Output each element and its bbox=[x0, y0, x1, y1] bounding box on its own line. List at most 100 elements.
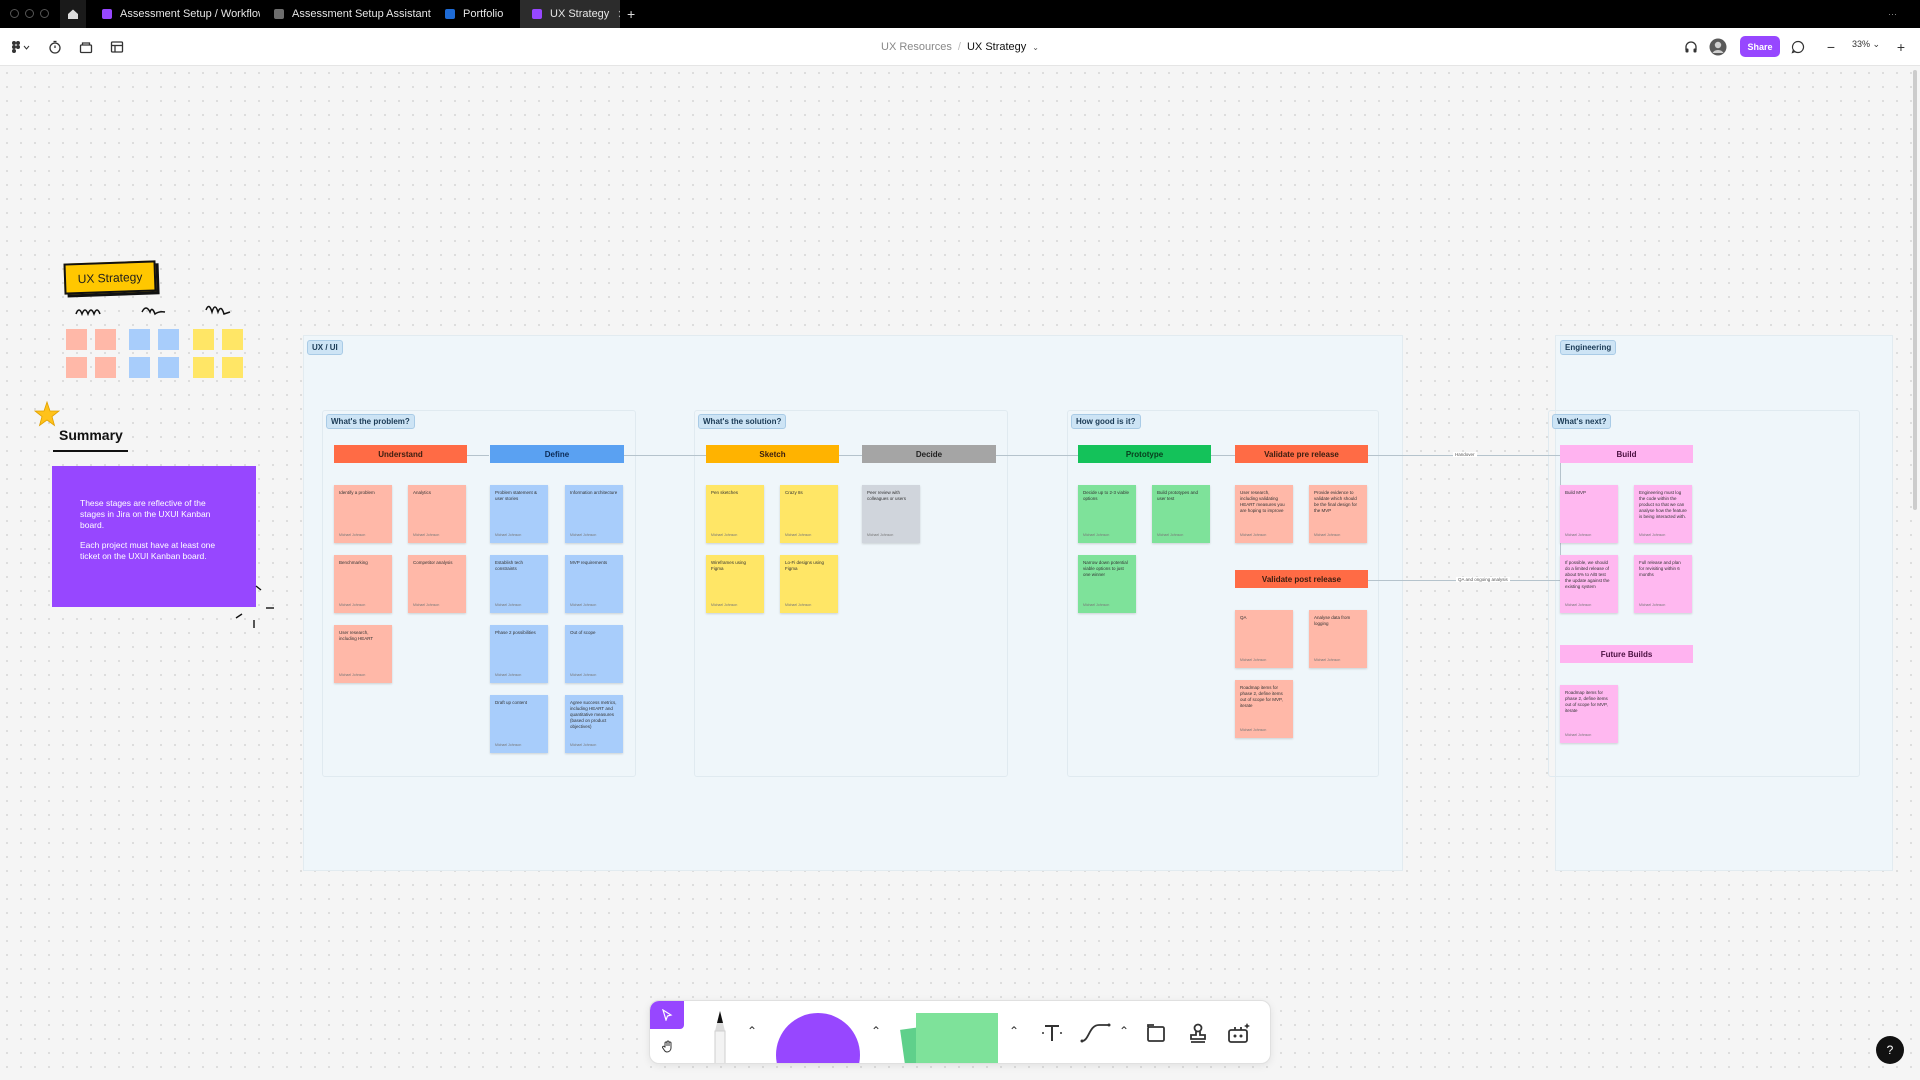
stamp-icon[interactable] bbox=[1184, 1019, 1212, 1047]
timer-icon[interactable] bbox=[46, 38, 64, 56]
header-define[interactable]: Define bbox=[490, 445, 624, 463]
sticky-note[interactable]: Decide up to 2-3 viable options Michael J… bbox=[1078, 485, 1136, 543]
sticky-note[interactable]: If possible, we should do a limited rele… bbox=[1560, 555, 1618, 613]
sticky-note[interactable]: Analytics Michael Johnson bbox=[408, 485, 466, 543]
sticky-note[interactable]: Agree success metrics, including HEART a… bbox=[565, 695, 623, 753]
chevron-up-icon[interactable]: ⌃ bbox=[868, 1023, 884, 1039]
group-label-how-good[interactable]: How good is it? bbox=[1071, 414, 1141, 429]
chevron-down-icon[interactable]: ⌄ bbox=[1032, 43, 1039, 52]
group-label-next[interactable]: What's next? bbox=[1552, 414, 1612, 429]
sticky-note[interactable]: QA Michael Johnson bbox=[1235, 610, 1293, 668]
sticky-icon[interactable] bbox=[896, 1011, 1000, 1063]
summary-sticky[interactable]: These stages are reflective of the stage… bbox=[52, 466, 256, 607]
palette-swatch[interactable] bbox=[95, 357, 116, 378]
header-sketch[interactable]: Sketch bbox=[706, 445, 839, 463]
connector-label-handover[interactable]: Handover bbox=[1453, 452, 1477, 457]
minimize-window-icon[interactable] bbox=[25, 9, 34, 18]
sticky-note[interactable]: Out of scope Michael Johnson bbox=[565, 625, 623, 683]
sticky-note[interactable]: Information architecture Michael Johnson bbox=[565, 485, 623, 543]
sticky-note[interactable]: User research, including HEART Michael Jo… bbox=[334, 625, 392, 683]
header-understand[interactable]: Understand bbox=[334, 445, 467, 463]
help-icon[interactable]: ? bbox=[1876, 1036, 1904, 1064]
sticky-note[interactable]: Pen sketches Michael Johnson bbox=[706, 485, 764, 543]
home-icon[interactable] bbox=[60, 0, 86, 28]
sticky-note[interactable]: Lo-Fi designs using Figma Michael Johnson bbox=[780, 555, 838, 613]
palette-swatch[interactable] bbox=[129, 357, 150, 378]
sticky-note[interactable]: Phase 2 possibilities Michael Johnson bbox=[490, 625, 548, 683]
sticky-note[interactable]: MVP requirements Michael Johnson bbox=[565, 555, 623, 613]
close-tab-icon[interactable]: ✕ bbox=[617, 8, 620, 21]
sticky-note[interactable]: Roadmap items for phase 2, define items … bbox=[1235, 680, 1293, 738]
marker-icon[interactable] bbox=[704, 1009, 736, 1063]
sticky-note[interactable]: Benchmarking Michael Johnson bbox=[334, 555, 392, 613]
tab-assessment-assistant[interactable]: Assessment Setup Assistant bbox=[262, 0, 432, 28]
sticky-note[interactable]: Engineering must log the code within the… bbox=[1634, 485, 1692, 543]
header-build[interactable]: Build bbox=[1560, 445, 1693, 463]
headphones-icon[interactable] bbox=[1682, 38, 1700, 56]
sticky-note[interactable]: User research, including validating HEAR… bbox=[1235, 485, 1293, 543]
palette-swatch[interactable] bbox=[66, 329, 87, 350]
tab-assessment-workflow[interactable]: Assessment Setup / Workflow bbox=[90, 0, 260, 28]
header-prototype[interactable]: Prototype bbox=[1078, 445, 1211, 463]
chevron-up-icon[interactable]: ⌃ bbox=[744, 1023, 760, 1039]
widgets-icon[interactable] bbox=[1224, 1019, 1254, 1047]
new-tab-icon[interactable]: + bbox=[627, 6, 635, 22]
sticky-note[interactable]: Draft up content Michael Johnson bbox=[490, 695, 548, 753]
palette-swatch[interactable] bbox=[129, 329, 150, 350]
palette-swatch[interactable] bbox=[193, 329, 214, 350]
shape-icon[interactable] bbox=[776, 1013, 860, 1063]
share-button[interactable]: Share bbox=[1740, 36, 1780, 57]
connector[interactable] bbox=[1211, 455, 1235, 456]
zoom-out-icon[interactable]: − bbox=[1822, 38, 1840, 56]
sticky-note[interactable]: Analyse data from logging Michael Johnson bbox=[1309, 610, 1367, 668]
connector[interactable] bbox=[839, 455, 863, 456]
header-validate-pre[interactable]: Validate pre release bbox=[1235, 445, 1368, 463]
chevron-up-icon[interactable]: ⌃ bbox=[1006, 1023, 1022, 1039]
more-icon[interactable]: ⋯ bbox=[1888, 9, 1897, 20]
section-icon[interactable] bbox=[1142, 1019, 1170, 1047]
ux-strategy-sticker[interactable]: UX Strategy bbox=[63, 260, 157, 295]
connector-icon[interactable] bbox=[1078, 1017, 1114, 1047]
section-label-engineering[interactable]: Engineering bbox=[1560, 340, 1617, 355]
palette-swatch[interactable] bbox=[158, 357, 179, 378]
header-validate-post[interactable]: Validate post release bbox=[1235, 570, 1368, 588]
sticky-note[interactable]: Narrow down potential viable options to … bbox=[1078, 555, 1136, 613]
connector[interactable] bbox=[996, 455, 1078, 456]
header-decide[interactable]: Decide bbox=[862, 445, 996, 463]
palette-swatch[interactable] bbox=[66, 357, 87, 378]
file-title[interactable]: UX Strategy bbox=[967, 41, 1026, 53]
zoom-level[interactable]: 33% ⌄ bbox=[1852, 39, 1880, 50]
group-label-problem[interactable]: What's the problem? bbox=[326, 414, 415, 429]
palette-swatch[interactable] bbox=[222, 329, 243, 350]
sticky-note[interactable]: Wireframes using Figma Michael Johnson bbox=[706, 555, 764, 613]
figma-menu-icon[interactable] bbox=[8, 38, 34, 56]
section-label-ux-ui[interactable]: UX / UI bbox=[307, 340, 343, 355]
sticky-note[interactable]: Identify a problem Michael Johnson bbox=[334, 485, 392, 543]
breadcrumb-parent[interactable]: UX Resources bbox=[881, 41, 952, 53]
close-window-icon[interactable] bbox=[10, 9, 19, 18]
header-future-builds[interactable]: Future Builds bbox=[1560, 645, 1693, 663]
library-icon[interactable] bbox=[77, 38, 95, 56]
palette-swatch[interactable] bbox=[158, 329, 179, 350]
group-label-solution[interactable]: What's the solution? bbox=[698, 414, 787, 429]
connector[interactable] bbox=[624, 455, 706, 456]
connector[interactable] bbox=[467, 455, 489, 456]
connector-label-qa[interactable]: QA and ongoing analysis bbox=[1456, 577, 1510, 582]
text-icon[interactable] bbox=[1038, 1019, 1066, 1047]
sticky-note[interactable]: Establish tech constraints Michael Johnso… bbox=[490, 555, 548, 613]
palette-swatch[interactable] bbox=[95, 329, 116, 350]
chevron-up-icon[interactable]: ⌃ bbox=[1116, 1023, 1132, 1039]
sticky-note[interactable]: Provide evidence to validate which shoul… bbox=[1309, 485, 1367, 543]
tab-portfolio[interactable]: Portfolio bbox=[433, 0, 518, 28]
avatar[interactable] bbox=[1709, 38, 1727, 56]
sticky-note[interactable]: Build prototypes and user test Michael Jo… bbox=[1152, 485, 1210, 543]
layout-icon[interactable] bbox=[108, 38, 126, 56]
zoom-in-icon[interactable]: + bbox=[1892, 38, 1910, 56]
vertical-scrollbar[interactable] bbox=[1913, 70, 1917, 510]
tab-ux-strategy[interactable]: UX Strategy ✕ bbox=[520, 0, 620, 28]
hand-icon[interactable] bbox=[656, 1035, 680, 1059]
sticky-note[interactable]: Problem statement & user stories Michael … bbox=[490, 485, 548, 543]
sticky-note[interactable]: Crazy 8s Michael Johnson bbox=[780, 485, 838, 543]
sticky-note[interactable]: Build MVP Michael Johnson bbox=[1560, 485, 1618, 543]
cursor-icon[interactable] bbox=[650, 1001, 684, 1029]
